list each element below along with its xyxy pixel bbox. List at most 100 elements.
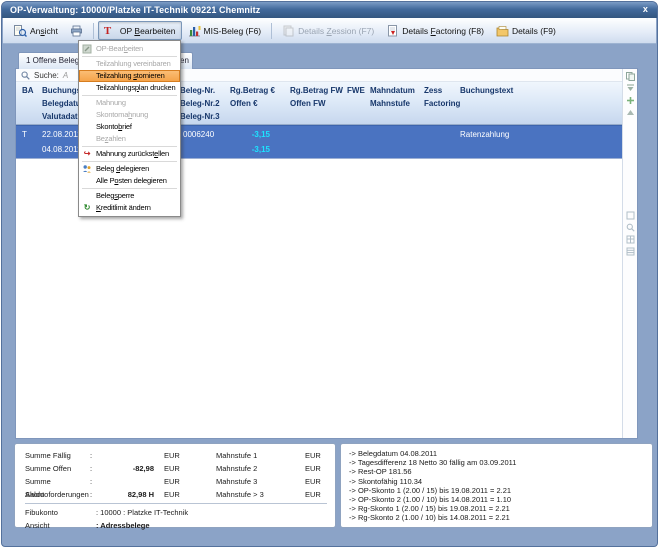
- side-tool-strip: [622, 69, 637, 438]
- print-button[interactable]: [64, 21, 89, 40]
- summary-panel: Summe Fällig : EUR Mahnstufe 1 EUR Summe…: [14, 443, 336, 528]
- detail-line: -> Belegdatum 04.08.2011: [349, 449, 644, 458]
- window-title: OP-Verwaltung: 10000/Platzke IT-Technik …: [10, 5, 260, 15]
- summary-label: Saldo: [25, 488, 90, 501]
- column-header-beleg-nr[interactable]: Beleg-Nr. Beleg-Nr.2 Beleg-Nr.3: [180, 84, 220, 123]
- list-view-icon[interactable]: [626, 247, 635, 256]
- mahnstufe-label: Mahnstufe 1: [216, 449, 302, 462]
- copy-pages-icon[interactable]: [626, 72, 635, 81]
- menu-item-beleg-delegieren[interactable]: Beleg delegieren: [79, 163, 180, 175]
- mahnstufe-label: Mahnstufe 2: [216, 462, 302, 475]
- toolbar-separator: [93, 23, 94, 39]
- menu-separator: [82, 95, 177, 96]
- menu-item-skontomahnung[interactable]: Skontomahnung: [79, 109, 180, 121]
- cell-ba: T: [22, 129, 27, 141]
- summary-row: Summe Fällig : EUR Mahnstufe 1 EUR: [25, 449, 327, 462]
- menu-item-teilzahlung-vereinbaren[interactable]: Teilzahlung vereinbaren: [79, 58, 180, 70]
- printer-icon: [70, 25, 83, 37]
- detail-line: -> Rest-OP 181.56: [349, 467, 644, 476]
- tab-partial-label: en: [180, 56, 189, 65]
- summary-value: [96, 475, 156, 488]
- documents-icon: [282, 25, 295, 37]
- details-zession-label: Details Zession (F7): [298, 26, 374, 36]
- red-curved-arrow-icon: ↪: [81, 149, 93, 159]
- ansicht-row: Ansicht : Adressbelege: [25, 519, 327, 532]
- fibukonto-label: Fibukonto: [25, 506, 96, 519]
- red-t-icon: T: [104, 25, 117, 37]
- cell-belegdatum: 04.08.2011: [42, 144, 81, 156]
- details-factoring-label: Details Factoring (F8): [402, 26, 484, 36]
- menu-item-op-bearbeiten[interactable]: OP-Bearbeiten: [79, 43, 180, 55]
- mahnstufe-label: Mahnstufe 3: [216, 475, 302, 488]
- folder-icon: [496, 25, 509, 37]
- menu-item-alle-posten-delegieren[interactable]: Alle Posten delegieren: [79, 175, 180, 187]
- details-factoring-button[interactable]: Details Factoring (F8): [380, 21, 490, 40]
- summary-divider: [25, 503, 327, 504]
- summary-label: Summe Akontoforderungen: [25, 475, 90, 488]
- menu-separator: [82, 188, 177, 189]
- column-header-buchungstext[interactable]: Buchungstext: [460, 84, 513, 97]
- people-icon: [81, 164, 93, 174]
- cell-rg-betrag: -3,15: [230, 129, 270, 141]
- ansicht-button[interactable]: Ansicht: [8, 21, 64, 40]
- menu-item-mahnung-zurueckstellen[interactable]: ↪ Mahnung zurückstellen: [79, 148, 180, 160]
- scroll-up-icon[interactable]: [626, 108, 635, 117]
- summary-value: [96, 449, 156, 462]
- summary-row: Summe Akontoforderungen : EUR Mahnstufe …: [25, 475, 327, 488]
- ansicht-mode-label: Ansicht: [25, 519, 96, 532]
- view-box-icon[interactable]: [626, 211, 635, 220]
- column-header-rg-betrag-fw[interactable]: Rg.Betrag FW Offen FW: [290, 84, 343, 110]
- menu-item-skontobrief[interactable]: Skontobrief: [79, 121, 180, 133]
- op-bearbeiten-label: OP Bearbeiten: [120, 26, 176, 36]
- menu-separator: [82, 161, 177, 162]
- detail-line: -> OP-Skonto 2 (1.00 / 10) bis 14.08.201…: [349, 495, 644, 504]
- column-header-fwe[interactable]: FWE: [347, 84, 365, 97]
- op-bearbeiten-button[interactable]: T OP Bearbeiten: [98, 21, 182, 40]
- menu-separator: [82, 56, 177, 57]
- menu-item-teilzahlungsplan-drucken[interactable]: Teilzahlungsplan drucken: [79, 82, 180, 94]
- ansicht-mode-value: : Adressbelege: [96, 519, 327, 532]
- op-bearbeiten-menu: OP-Bearbeiten Teilzahlung vereinbaren Te…: [78, 40, 181, 217]
- fibukonto-row: Fibukonto : 10000 : Platzke IT-Technik: [25, 506, 327, 519]
- details-zession-button[interactable]: Details Zession (F7): [276, 21, 380, 40]
- column-header-ba[interactable]: BA: [22, 84, 34, 97]
- grid-view-icon[interactable]: [626, 235, 635, 244]
- page-magnifier-icon: [14, 25, 27, 37]
- details-button[interactable]: Details (F9): [490, 21, 562, 40]
- summary-value: 82,98 H: [96, 488, 156, 501]
- menu-item-belegsperre[interactable]: Belegsperre: [79, 190, 180, 202]
- menu-item-teilzahlung-stornieren[interactable]: Teilzahlung stornieren: [79, 70, 180, 82]
- fibukonto-value: : 10000 : Platzke IT-Technik: [96, 506, 327, 519]
- close-button[interactable]: x: [643, 2, 648, 17]
- details-info-panel: -> Belegdatum 04.08.2011 -> Tagesdiffere…: [340, 443, 653, 528]
- search-input[interactable]: A: [63, 71, 68, 80]
- summary-row: Saldo : 82,98 H EUR Mahnstufe > 3 EUR: [25, 488, 327, 501]
- cell-offen: -3,15: [230, 144, 270, 156]
- green-refresh-icon: ↻: [81, 203, 93, 213]
- bar-chart-icon: [188, 25, 201, 37]
- detail-line: -> Rg-Skonto 1 (2.00 / 15) bis 19.08.201…: [349, 504, 644, 513]
- summary-value: -82,98: [96, 462, 156, 475]
- title-bar[interactable]: OP-Verwaltung: 10000/Platzke IT-Technik …: [2, 2, 657, 18]
- menu-separator: [82, 146, 177, 147]
- magnifier-icon: [21, 71, 30, 80]
- tab-offene-belege-label: 1 Offene Belege: [26, 56, 84, 65]
- expand-plus-icon[interactable]: [626, 96, 635, 105]
- scroll-top-icon[interactable]: [626, 84, 635, 93]
- document-red-arrow-icon: [386, 25, 399, 37]
- edit-icon: [81, 44, 93, 54]
- menu-item-mahnung[interactable]: Mahnung: [79, 97, 180, 109]
- zoom-icon[interactable]: [626, 223, 635, 232]
- summary-row: Summe Offen : -82,98 EUR Mahnstufe 2 EUR: [25, 462, 327, 475]
- menu-item-bezahlen[interactable]: Bezahlen: [79, 133, 180, 145]
- detail-line: -> Rg-Skonto 2 (1.00 / 10) bis 14.08.201…: [349, 513, 644, 522]
- menu-item-kreditlimit-aendern[interactable]: ↻ Kreditlimit ändern: [79, 202, 180, 214]
- column-header-mahndatum[interactable]: Mahndatum Mahnstufe: [370, 84, 415, 110]
- toolbar-separator: [271, 23, 272, 39]
- mis-beleg-button[interactable]: MIS-Beleg (F6): [182, 21, 268, 40]
- column-header-zess[interactable]: Zess Factoring: [424, 84, 460, 110]
- op-verwaltung-window: OP-Verwaltung: 10000/Platzke IT-Technik …: [1, 1, 658, 547]
- summary-label: Summe Fällig: [25, 449, 90, 462]
- column-header-rg-betrag[interactable]: Rg.Betrag € Offen €: [230, 84, 275, 110]
- summary-label: Summe Offen: [25, 462, 90, 475]
